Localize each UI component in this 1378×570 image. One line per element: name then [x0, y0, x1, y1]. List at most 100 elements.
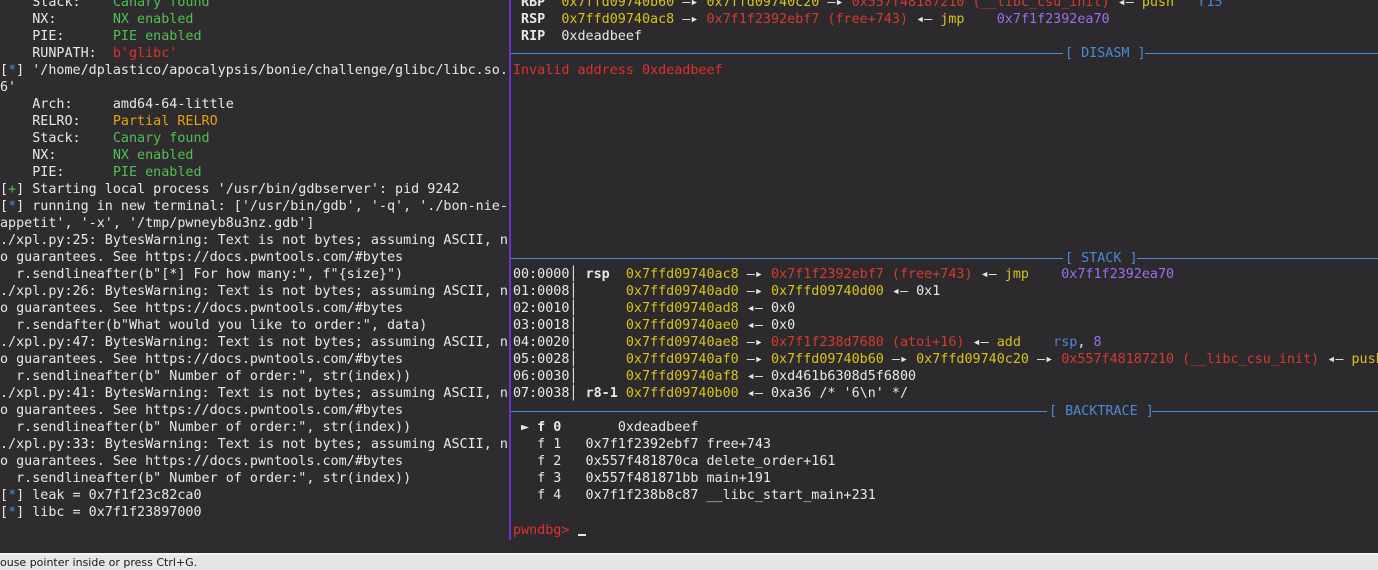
register-line-segment: ◂—: [1109, 0, 1142, 10]
stack-line-segment: 07:0038│: [513, 386, 586, 401]
register-line-segment: 0x557f48187210 (__libc_csu_init): [851, 0, 1110, 10]
stack-line-segment: ◂— 0x0: [738, 301, 796, 316]
terminal-line-segment: [: [0, 63, 9, 78]
stack-rule-left: [511, 258, 1063, 259]
disasm-section-title: [ DISASM ]: [1063, 45, 1148, 62]
stack-line-segment: ◂— 0xa36 /* '6\n' */: [738, 386, 909, 401]
stack-line-segment: 0x7ffd09740ac8: [625, 267, 739, 282]
terminal-line: Stack: Canary found: [0, 0, 209, 11]
terminal-line-segment: Stack:: [0, 131, 113, 146]
stack-line-segment: —▸: [883, 352, 917, 367]
terminal-line-segment: [: [0, 488, 9, 503]
stack-line-segment: rsp: [1053, 335, 1078, 350]
stack-line-segment: ◂— 0x0: [738, 318, 796, 333]
disasm-rule-right: [1145, 53, 1378, 54]
pwndbg-prompt: pwndbg>: [513, 523, 578, 538]
terminal-line-segment: r.sendlineafter(b"[*] For how many:", f"…: [0, 267, 404, 282]
stack-line-segment: 06:0030│: [513, 369, 626, 384]
terminal-line-segment: ./xpl.py:33: BytesWarning: Text is not b…: [0, 437, 508, 452]
stack-line-segment: 0x7ffd09740ae0: [625, 318, 739, 333]
terminal-line: [*] '/home/dplastico/apocalypsis/bonie/c…: [0, 62, 508, 79]
stack-line: 02:0010│ 0x7ffd09740ad8 ◂— 0x0: [513, 300, 795, 317]
terminal-line-segment: PIE:: [0, 29, 113, 44]
register-line-segment: push: [1141, 0, 1199, 10]
stack-line-segment: ◂—: [1319, 352, 1352, 367]
terminal-line-segment: ] '/home/dplastico/apocalypsis/bonie/cha…: [16, 63, 508, 78]
stack-line-segment: 0x7ffd09740ae8: [625, 335, 739, 350]
terminal-line: PIE: PIE enabled: [0, 164, 202, 181]
terminal-line-segment: PIE enabled: [112, 165, 202, 180]
register-line-segment: RBP: [513, 0, 562, 10]
stack-line-segment: ◂— 0xd461b6308d5f6800: [738, 369, 917, 384]
terminal-line-segment: NX:: [0, 148, 113, 163]
stack-line-segment: 0x7ffd09740af0: [625, 352, 739, 367]
terminal-line-segment: o guarantees. See https://docs.pwntools.…: [0, 352, 404, 367]
terminal-line-segment: r.sendlineafter(b" Number of order:", st…: [0, 471, 412, 486]
terminal-line: ./xpl.py:25: BytesWarning: Text is not b…: [0, 232, 508, 249]
terminal-line: ./xpl.py:33: BytesWarning: Text is not b…: [0, 436, 508, 453]
backtrace-line-segment: f 2 0x557f481870ca delete_order+161: [513, 454, 836, 469]
register-line-segment: jmp: [940, 12, 997, 27]
terminal-line: o guarantees. See https://docs.pwntools.…: [0, 402, 403, 419]
backtrace-rule-left: [511, 411, 1047, 412]
backtrace-line: ► f 0 0xdeadbeef: [513, 419, 698, 436]
stack-line: 06:0030│ 0x7ffd09740af8 ◂— 0xd461b6308d5…: [513, 368, 916, 385]
terminal-line-segment: o guarantees. See https://docs.pwntools.…: [0, 301, 404, 316]
backtrace-line-segment: f 4 0x7f1f238b8c87 __libc_start_main+231: [513, 488, 876, 503]
stack-line-segment: 0x7f1f2392ebf7 (free+743): [771, 267, 973, 282]
terminal-line: 6': [0, 79, 16, 96]
terminal-line-segment: Stack:: [0, 0, 113, 10]
backtrace-line: f 3 0x557f481871bb main+191: [513, 470, 771, 487]
register-line-segment: 0x7ffd09740b60: [561, 0, 675, 10]
register-line-segment: 0xdeadbeef: [561, 29, 642, 44]
stack-line-segment: 0x7ffd09740b00: [625, 386, 739, 401]
stack-line-segment: —▸: [738, 335, 771, 350]
terminal-line: RUNPATH: b'glibc': [0, 45, 177, 62]
stack-line: 05:0028│ 0x7ffd09740af0 —▸ 0x7ffd09740b6…: [513, 351, 1378, 368]
terminal-line-segment: *: [8, 199, 17, 214]
stack-line: 01:0008│ 0x7ffd09740ad0 —▸ 0x7ffd09740d0…: [513, 283, 940, 300]
terminal-line-segment: RUNPATH:: [0, 46, 113, 61]
backtrace-line-segment: ► f 0: [513, 420, 618, 435]
stack-line-segment: push: [1351, 352, 1378, 367]
stack-line-segment: 00:0000│: [513, 267, 586, 282]
terminal-line: [*] leak = 0x7f1f23c82ca0: [0, 487, 202, 504]
disasm-rule-left: [511, 53, 1063, 54]
terminal-line-segment: ./xpl.py:26: BytesWarning: Text is not b…: [0, 284, 508, 299]
backtrace-line-segment: f 3 0x557f481871bb main+191: [513, 471, 771, 486]
terminal-line-segment: [: [0, 505, 9, 520]
register-line-segment: 0x7f1f2392ebf7 (free+743): [706, 12, 909, 27]
right-terminal-pane-pwndbg[interactable]: RBP 0x7ffd09740b60 —▸ 0x7ffd09740c20 —▸ …: [511, 0, 1378, 555]
stack-line-segment: 0x7f1f238d7680 (atoi+16): [771, 335, 965, 350]
stack-line-segment: 0x7f1f2392ea70: [1061, 267, 1175, 282]
terminal-line: appetit', '-x', '/tmp/pwneyb8u3nz.gdb']: [0, 215, 314, 232]
stack-line-segment: r8-1: [585, 386, 626, 401]
register-line-segment: 0x7f1f2392ea70: [996, 12, 1110, 27]
stack-line-segment: 0x557f48187210 (__libc_csu_init): [1061, 352, 1320, 367]
stack-line-segment: —▸: [738, 352, 771, 367]
stack-line-segment: 03:0018│: [513, 318, 626, 333]
terminal-line: o guarantees. See https://docs.pwntools.…: [0, 351, 403, 368]
left-terminal-pane[interactable]: Stack: Canary found NX: NX enabled PIE: …: [0, 0, 509, 555]
backtrace-section-title: [ BACKTRACE ]: [1047, 403, 1156, 420]
stack-line-segment: 0x7ffd09740d00: [771, 284, 884, 299]
backtrace-line: f 2 0x557f481870ca delete_order+161: [513, 453, 835, 470]
terminal-line: [+] Starting local process '/usr/bin/gdb…: [0, 181, 460, 198]
terminal-line: r.sendlineafter(b" Number of order:", st…: [0, 368, 411, 385]
terminal-line: [*] libc = 0x7f1f23897000: [0, 504, 202, 521]
terminal-line: NX: NX enabled: [0, 147, 193, 164]
terminal-line-segment: o guarantees. See https://docs.pwntools.…: [0, 250, 404, 265]
terminal-line-segment: Arch: amd64-64-little: [0, 97, 234, 112]
terminal-line-segment: [: [0, 182, 9, 197]
terminal-line-segment: PIE enabled: [112, 29, 202, 44]
stack-line-segment: ◂—: [972, 267, 1005, 282]
terminal-line-segment: ] leak = 0x7f1f23c82ca0: [16, 488, 202, 503]
terminal-line-segment: NX:: [0, 12, 113, 27]
register-line: RBP 0x7ffd09740b60 —▸ 0x7ffd09740c20 —▸ …: [513, 0, 1222, 11]
stack-line-segment: ◂— 0x1: [883, 284, 941, 299]
pwndbg-prompt-line[interactable]: pwndbg>: [513, 522, 586, 539]
terminal-line: ./xpl.py:26: BytesWarning: Text is not b…: [0, 283, 508, 300]
disasm-error-text: Invalid address 0xdeadbeef: [513, 63, 723, 78]
terminal-line: [*] running in new terminal: ['/usr/bin/…: [0, 198, 508, 215]
stack-line-segment: 04:0020│: [513, 335, 626, 350]
